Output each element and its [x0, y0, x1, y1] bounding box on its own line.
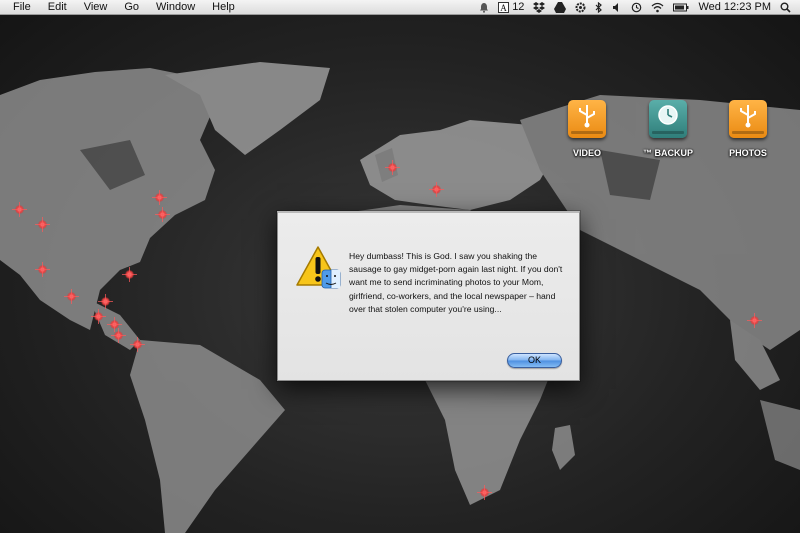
drive-backup[interactable]: ™ BACKUP — [636, 100, 700, 158]
menu-file[interactable]: File — [13, 0, 31, 15]
menubar-clock[interactable]: Wed 12:23 PM — [698, 0, 771, 15]
map-marker — [122, 267, 137, 282]
svg-text:A: A — [500, 3, 507, 13]
map-marker — [130, 337, 145, 352]
dropbox-icon[interactable] — [533, 0, 546, 15]
map-marker — [12, 202, 27, 217]
spotlight-search-icon[interactable] — [780, 0, 791, 15]
map-marker — [429, 182, 444, 197]
drive-photos[interactable]: PHOTOS — [716, 100, 780, 158]
drive-label: PHOTOS — [729, 148, 767, 158]
drive-label: ™ BACKUP — [642, 148, 693, 158]
menu-go[interactable]: Go — [124, 0, 139, 15]
warning-icon — [296, 244, 342, 290]
usb-icon — [729, 100, 767, 138]
map-marker — [35, 262, 50, 277]
finder-icon — [321, 269, 341, 289]
map-marker — [747, 313, 762, 328]
menu-bar: File Edit View Go Window Help A 12 Wed 1… — [0, 0, 800, 15]
alert-dialog: Hey dumbass! This is God. I saw you shak… — [277, 211, 580, 381]
map-marker — [35, 217, 50, 232]
drive-label: VIDEO — [572, 148, 601, 158]
map-marker — [64, 289, 79, 304]
map-marker — [98, 294, 113, 309]
map-marker — [111, 328, 126, 343]
map-marker — [91, 309, 106, 324]
notification-count[interactable]: 12 — [512, 0, 524, 15]
font-icon[interactable]: A — [498, 0, 510, 15]
ok-button[interactable]: OK — [507, 353, 562, 368]
alert-message: Hey dumbass! This is God. I saw you shak… — [349, 251, 563, 314]
menu-view[interactable]: View — [84, 0, 108, 15]
google-drive-icon[interactable] — [554, 0, 567, 15]
bluetooth-icon[interactable] — [595, 0, 603, 15]
volume-icon[interactable] — [612, 0, 622, 15]
drive-video[interactable]: VIDEO — [555, 100, 619, 158]
wifi-icon[interactable] — [651, 0, 664, 15]
battery-icon[interactable] — [673, 0, 689, 15]
map-marker — [152, 190, 167, 205]
menu-help[interactable]: Help — [212, 0, 235, 15]
usb-icon — [568, 100, 606, 138]
menu-edit[interactable]: Edit — [48, 0, 67, 15]
menu-window[interactable]: Window — [156, 0, 195, 15]
time-machine-status-icon[interactable] — [631, 0, 642, 15]
map-marker — [477, 485, 492, 500]
gear-icon[interactable] — [575, 0, 586, 15]
map-marker — [385, 160, 400, 175]
map-marker — [155, 207, 170, 222]
time-machine-icon — [649, 100, 687, 138]
bell-icon[interactable] — [479, 0, 489, 15]
